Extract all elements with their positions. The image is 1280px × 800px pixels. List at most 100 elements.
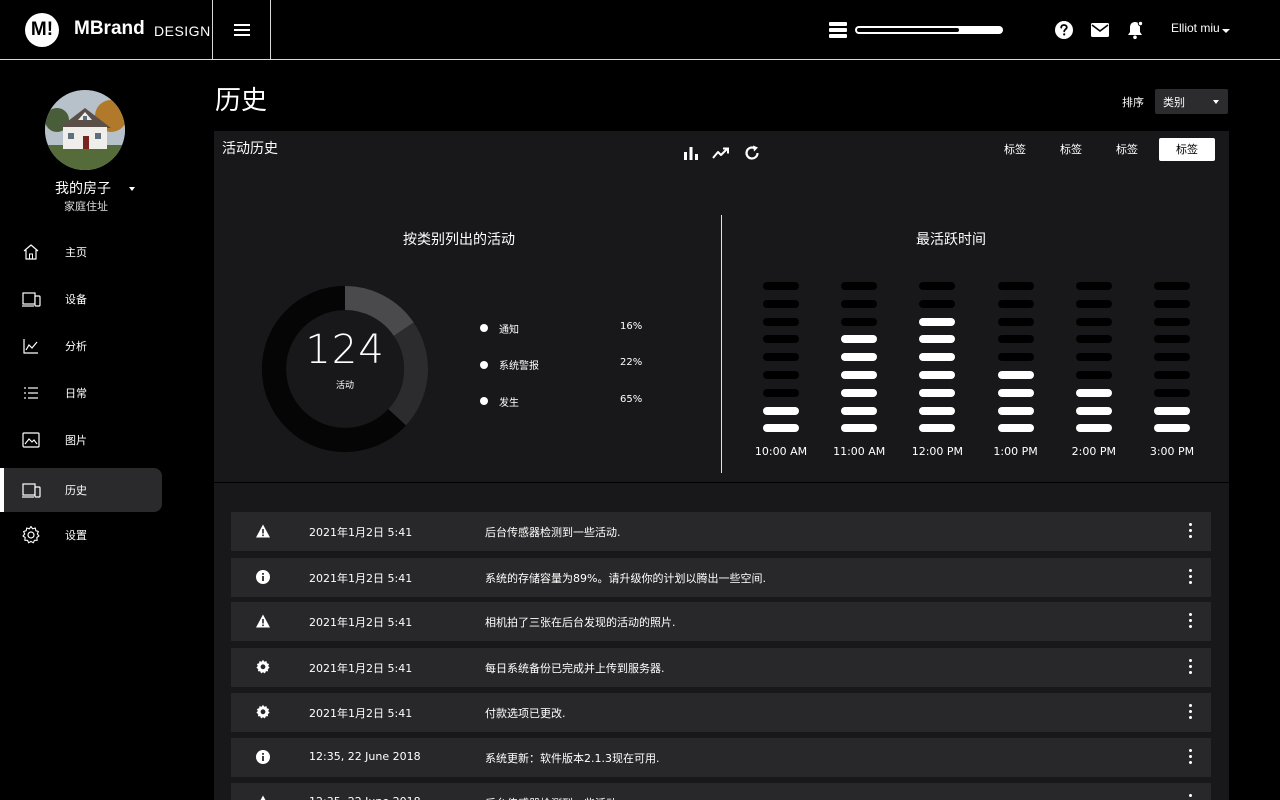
tag-button-2[interactable]: 标签 bbox=[1043, 138, 1099, 161]
brand-logo: M! bbox=[25, 13, 59, 47]
activity-level-bar bbox=[841, 424, 878, 433]
activity-level-bar bbox=[763, 406, 799, 415]
activity-level-bar bbox=[997, 353, 1034, 362]
gear-icon bbox=[256, 659, 270, 674]
activity-level-bar bbox=[919, 406, 956, 415]
tag-button-1[interactable]: 标签 bbox=[987, 138, 1043, 161]
activity-message: 系统的存储容量为89%。请升级你的计划以腾出一些空间. bbox=[485, 572, 766, 585]
activity-level-bar bbox=[1154, 335, 1190, 344]
activity-level-bar bbox=[841, 388, 878, 397]
tag-button-4[interactable]: 标签 bbox=[1159, 138, 1215, 161]
more-options-icon[interactable] bbox=[1187, 613, 1193, 629]
help-icon[interactable] bbox=[1053, 19, 1075, 41]
sidebar-item-label: 设备 bbox=[65, 293, 87, 306]
hamburger-icon bbox=[234, 24, 250, 36]
activity-history-panel: 活动历史 标签 标签 标签 标签 按类别列出的活动 124 活动 通知 16% … bbox=[214, 131, 1229, 800]
activity-message: 系统更新：软件版本2.1.3现在可用. bbox=[485, 752, 660, 765]
activity-level-bar bbox=[919, 424, 956, 433]
more-options-icon[interactable] bbox=[1187, 659, 1193, 675]
home-switch-caret-icon[interactable] bbox=[129, 187, 135, 191]
warning-icon bbox=[260, 795, 266, 800]
activity-row[interactable]: 2021年1月2日 5:41 相机拍了三张在后台发现的活动的照片. bbox=[231, 602, 1211, 641]
sidebar-item-history[interactable]: 历史 bbox=[0, 468, 162, 512]
activity-row[interactable]: 2021年1月2日 5:41 后台传感器检测到一些活动. bbox=[231, 512, 1211, 551]
more-options-icon[interactable] bbox=[1187, 794, 1193, 800]
page-title: 历史 bbox=[215, 86, 268, 116]
activity-level-bar bbox=[997, 388, 1034, 397]
activity-level-bar bbox=[919, 282, 956, 290]
notification-bell-icon[interactable] bbox=[1124, 19, 1146, 41]
activity-level-bar bbox=[1075, 335, 1112, 344]
more-options-icon[interactable] bbox=[1187, 523, 1193, 539]
sidebar-item-routine[interactable]: 日常 bbox=[0, 371, 162, 415]
hour-label: 10:00 AM bbox=[754, 445, 808, 458]
list-icon bbox=[24, 387, 38, 399]
activity-level-bar bbox=[1154, 282, 1190, 290]
activity-level-bar bbox=[763, 371, 799, 379]
home-avatar[interactable] bbox=[45, 90, 125, 170]
more-options-icon[interactable] bbox=[1187, 749, 1193, 765]
activity-level-bar bbox=[997, 282, 1034, 290]
activity-level-bar bbox=[841, 317, 878, 326]
activity-time: 2021年1月2日 5:41 bbox=[309, 662, 413, 675]
activity-row[interactable]: 12:35, 22 June 2018 后台传感器检测到一些活动. bbox=[231, 783, 1211, 800]
activity-level-bar bbox=[841, 353, 878, 362]
activity-message: 相机拍了三张在后台发现的活动的照片. bbox=[485, 616, 676, 629]
activity-level-bar bbox=[841, 335, 878, 344]
devices-icon bbox=[22, 483, 41, 498]
activity-level-bar bbox=[1075, 371, 1112, 379]
activity-time: 2021年1月2日 5:41 bbox=[309, 572, 413, 585]
activity-level-bar bbox=[919, 388, 956, 397]
activity-row[interactable]: 2021年1月2日 5:41 付款选项已更改. bbox=[231, 693, 1211, 732]
activity-time: 2021年1月2日 5:41 bbox=[309, 616, 413, 629]
activity-level-bar bbox=[919, 299, 956, 308]
trend-line-icon[interactable] bbox=[712, 144, 730, 162]
bar-chart-icon[interactable] bbox=[682, 144, 700, 162]
activity-level-bar bbox=[1075, 424, 1112, 433]
more-options-icon[interactable] bbox=[1187, 704, 1193, 720]
activity-row[interactable]: 12:35, 22 June 2018 系统更新：软件版本2.1.3现在可用. bbox=[231, 738, 1211, 777]
legend-label: 系统警报 bbox=[499, 361, 539, 372]
house-photo-icon bbox=[45, 90, 125, 170]
brand-subtitle: DESIGN bbox=[154, 23, 211, 39]
activity-level-bar bbox=[997, 335, 1034, 344]
menu-button[interactable] bbox=[213, 0, 271, 59]
info-icon bbox=[256, 750, 270, 764]
sort-select[interactable]: 类别 bbox=[1155, 89, 1228, 114]
panel-divider bbox=[214, 482, 1229, 483]
donut-total: 124 bbox=[305, 327, 385, 373]
sidebar-item-analytics[interactable]: 分析 bbox=[0, 324, 162, 368]
warning-icon bbox=[256, 614, 270, 628]
refresh-icon[interactable] bbox=[743, 144, 761, 162]
hour-label: 3:00 PM bbox=[1149, 445, 1195, 458]
activity-row[interactable]: 2021年1月2日 5:41 系统的存储容量为89%。请升级你的计划以腾出一些空间… bbox=[231, 558, 1211, 597]
panel-title: 活动历史 bbox=[222, 141, 278, 157]
storage-progress-fill bbox=[857, 28, 960, 32]
legend-value: 22% bbox=[620, 357, 643, 368]
home-name[interactable]: 我的房子 bbox=[55, 178, 111, 198]
logo-block[interactable]: M! MBrand DESIGN bbox=[0, 0, 213, 59]
sidebar-item-home[interactable]: 主页 bbox=[0, 230, 162, 274]
tag-button-3[interactable]: 标签 bbox=[1099, 138, 1155, 161]
mail-icon[interactable] bbox=[1089, 19, 1111, 41]
user-menu-caret-icon[interactable] bbox=[1222, 29, 1230, 33]
section-divider bbox=[721, 215, 722, 473]
activity-level-bar bbox=[763, 282, 799, 290]
user-name[interactable]: Elliot miu bbox=[1171, 21, 1220, 35]
activity-row[interactable]: 2021年1月2日 5:41 每日系统备份已完成并上传到服务器. bbox=[231, 648, 1211, 687]
activity-level-bar bbox=[997, 371, 1034, 379]
legend-marker bbox=[480, 324, 488, 332]
activity-time: 2021年1月2日 5:41 bbox=[309, 707, 413, 720]
sidebar-item-images[interactable]: 图片 bbox=[0, 418, 162, 462]
activity-level-bar bbox=[763, 353, 799, 362]
sidebar-item-settings[interactable]: 设置 bbox=[0, 513, 162, 557]
brand-name: MBrand bbox=[74, 18, 145, 39]
sidebar-item-devices[interactable]: 设备 bbox=[0, 277, 162, 321]
more-options-icon[interactable] bbox=[1187, 569, 1193, 585]
activity-level-bar bbox=[1075, 406, 1112, 415]
hour-label: 2:00 PM bbox=[1071, 445, 1116, 458]
activity-time: 12:35, 22 June 2018 bbox=[309, 795, 421, 800]
activity-level-bar bbox=[1154, 388, 1190, 397]
activity-level-bar bbox=[1075, 317, 1112, 326]
activity-level-bar bbox=[997, 406, 1034, 415]
